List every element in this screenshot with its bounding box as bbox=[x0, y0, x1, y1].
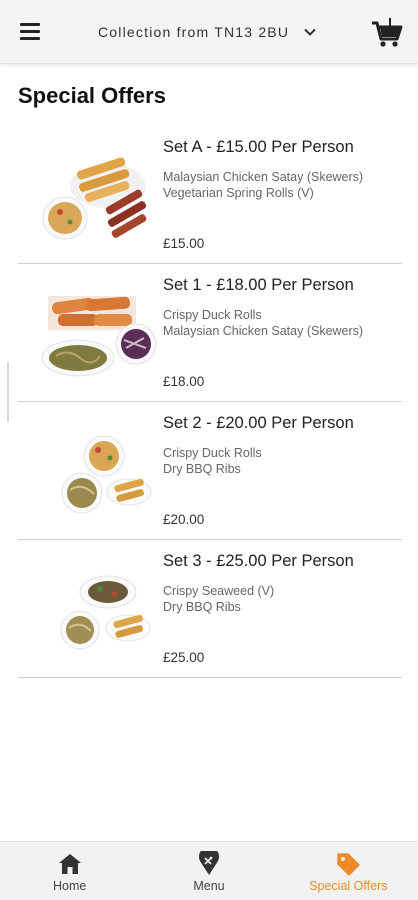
offer-item: Dry BBQ Ribs bbox=[163, 462, 241, 476]
offer-item: Crispy Seaweed (V) bbox=[163, 584, 275, 598]
nav-home-label: Home bbox=[52, 879, 87, 893]
offer-price: £20.00 bbox=[163, 512, 205, 527]
offer-price: £18.00 bbox=[163, 374, 205, 389]
offer-title: Set 1 - £18.00 Per Person bbox=[163, 276, 354, 294]
offer-card[interactable]: Set 1 - £18.00 Per Person Crispy Duck Ro… bbox=[18, 264, 402, 402]
offer-item: Crispy Duck Rolls bbox=[163, 446, 262, 460]
offer-food-image bbox=[41, 296, 157, 377]
tag-icon bbox=[337, 853, 361, 876]
shopping-cart-icon[interactable] bbox=[370, 17, 404, 49]
nav-home[interactable]: Home bbox=[0, 842, 139, 900]
offer-description: Crispy Duck Rolls Dry BBQ Ribs bbox=[163, 445, 262, 477]
bottom-navigation: Home Menu Special Offers bbox=[0, 841, 418, 900]
offer-price: £25.00 bbox=[163, 650, 205, 665]
app-header: Collection from TN13 2BU bbox=[0, 0, 418, 64]
offer-title: Set A - £15.00 Per Person bbox=[163, 138, 354, 156]
nav-special-offers-label: Special Offers bbox=[309, 879, 388, 893]
hamburger-menu-icon[interactable] bbox=[20, 23, 40, 40]
home-icon bbox=[58, 854, 81, 874]
offer-description: Crispy Seaweed (V) Dry BBQ Ribs bbox=[163, 583, 274, 615]
offer-description: Malaysian Chicken Satay (Skewers) Vegeta… bbox=[163, 169, 363, 201]
offer-description: Crispy Duck Rolls Malaysian Chicken Sata… bbox=[163, 307, 363, 339]
offer-food-image bbox=[61, 435, 152, 514]
offer-title: Set 3 - £25.00 Per Person bbox=[163, 552, 354, 570]
offer-item: Malaysian Chicken Satay (Skewers) bbox=[163, 324, 364, 338]
offer-item: Crispy Duck Rolls bbox=[163, 308, 262, 322]
menu-pin-icon bbox=[198, 851, 219, 875]
collection-label: Collection from TN13 2BU bbox=[98, 24, 290, 40]
offer-title: Set 2 - £20.00 Per Person bbox=[163, 414, 354, 432]
collection-selector[interactable]: Collection from TN13 2BU bbox=[98, 21, 317, 43]
offer-food-image bbox=[60, 575, 151, 650]
offer-food-image bbox=[42, 157, 147, 240]
offer-item: Malaysian Chicken Satay (Skewers) bbox=[163, 170, 364, 184]
offer-price: £15.00 bbox=[163, 236, 205, 251]
offer-item: Dry BBQ Ribs bbox=[163, 600, 241, 614]
nav-menu-label: Menu bbox=[193, 879, 225, 893]
offer-item: Vegetarian Spring Rolls (V) bbox=[163, 186, 314, 200]
chevron-down-icon bbox=[304, 28, 316, 36]
nav-menu[interactable]: Menu bbox=[139, 842, 278, 900]
offer-list: Set A - £15.00 Per Person Malaysian Chic… bbox=[18, 126, 402, 678]
page-title: Special Offers bbox=[18, 83, 166, 108]
offer-card[interactable]: Set 2 - £20.00 Per Person Crispy Duck Ro… bbox=[18, 402, 402, 540]
nav-special-offers[interactable]: Special Offers bbox=[279, 842, 418, 900]
offer-card[interactable]: Set A - £15.00 Per Person Malaysian Chic… bbox=[18, 126, 402, 264]
scrollbar[interactable] bbox=[7, 362, 9, 422]
offer-card[interactable]: Set 3 - £25.00 Per Person Crispy Seaweed… bbox=[18, 540, 402, 678]
